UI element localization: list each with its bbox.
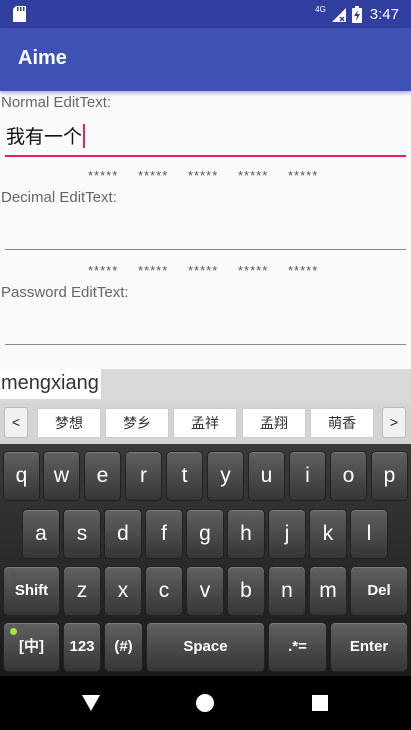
key-t[interactable]: t <box>166 451 203 501</box>
ime-composing-text: mengxiang <box>0 369 101 399</box>
stars-text: ***** <box>188 168 219 183</box>
soft-keyboard: q w e r t y u i o p a s d f g h j k l Sh… <box>0 444 411 676</box>
key-l[interactable]: l <box>350 509 388 559</box>
key-r[interactable]: r <box>125 451 162 501</box>
ime-candidate-bar: < 梦想 梦乡 孟祥 孟翔 萌香 > <box>0 403 411 444</box>
recents-icon[interactable] <box>310 693 330 713</box>
normal-edittext-value: 我有一个 <box>6 122 86 150</box>
key-y[interactable]: y <box>207 451 244 501</box>
chinese-mode-key[interactable]: [中] <box>3 622 60 672</box>
normal-edittext-underline <box>5 155 406 157</box>
sd-card-icon <box>13 6 26 22</box>
stars-text: ***** <box>288 263 319 278</box>
key-a[interactable]: a <box>22 509 60 559</box>
key-z[interactable]: z <box>63 566 101 616</box>
stars-row-1: ***** ***** ***** ***** ***** <box>88 168 338 183</box>
text-cursor <box>83 123 86 148</box>
candidate-item[interactable]: 梦想 <box>37 408 101 438</box>
stars-row-2: ***** ***** ***** ***** ***** <box>88 263 338 278</box>
candidate-item[interactable]: 孟翔 <box>242 408 306 438</box>
key-h[interactable]: h <box>227 509 265 559</box>
key-x[interactable]: x <box>104 566 142 616</box>
status-bar: 4G 3:47 <box>0 0 411 28</box>
key-g[interactable]: g <box>186 509 224 559</box>
stars-text: ***** <box>238 263 269 278</box>
home-icon[interactable] <box>195 693 215 713</box>
battery-charging-icon <box>351 5 362 23</box>
shift-indicator-dot <box>10 572 17 579</box>
stars-text: ***** <box>238 168 269 183</box>
punctuation-key[interactable]: .*= <box>268 622 327 672</box>
key-s[interactable]: s <box>63 509 101 559</box>
password-edittext-label: Password EditText: <box>1 284 129 301</box>
key-n[interactable]: n <box>268 566 306 616</box>
enter-key[interactable]: Enter <box>330 622 408 672</box>
key-d[interactable]: d <box>104 509 142 559</box>
key-e[interactable]: e <box>84 451 121 501</box>
stars-text: ***** <box>138 263 169 278</box>
decimal-edittext-underline <box>5 249 406 250</box>
key-f[interactable]: f <box>145 509 183 559</box>
key-v[interactable]: v <box>186 566 224 616</box>
normal-edittext-label: Normal EditText: <box>1 94 112 111</box>
key-b[interactable]: b <box>227 566 265 616</box>
key-k[interactable]: k <box>309 509 347 559</box>
key-u[interactable]: u <box>248 451 285 501</box>
stars-text: ***** <box>88 263 119 278</box>
stars-text: ***** <box>88 168 119 183</box>
key-w[interactable]: w <box>43 451 80 501</box>
key-i[interactable]: i <box>289 451 326 501</box>
key-o[interactable]: o <box>330 451 367 501</box>
key-j[interactable]: j <box>268 509 306 559</box>
decimal-edittext-label: Decimal EditText: <box>1 189 117 206</box>
shift-key[interactable]: Shift <box>3 566 60 616</box>
symbol-key[interactable]: (#) <box>104 622 143 672</box>
stars-text: ***** <box>138 168 169 183</box>
candidate-item[interactable]: 梦乡 <box>105 408 169 438</box>
candidate-next-button[interactable]: > <box>382 407 406 438</box>
key-p[interactable]: p <box>371 451 408 501</box>
mode-indicator-dot <box>10 628 17 635</box>
numeric-key[interactable]: 123 <box>63 622 101 672</box>
candidate-item[interactable]: 萌香 <box>310 408 374 438</box>
network-type-label: 4G <box>315 5 326 14</box>
normal-edittext[interactable]: 我有一个 <box>5 118 406 157</box>
space-key[interactable]: Space <box>146 622 265 672</box>
password-edittext[interactable] <box>5 308 406 345</box>
stars-text: ***** <box>188 263 219 278</box>
app-title: Aime <box>18 47 67 69</box>
signal-icon <box>331 8 346 22</box>
back-icon[interactable] <box>81 693 101 713</box>
stars-text: ***** <box>288 168 319 183</box>
key-m[interactable]: m <box>309 566 347 616</box>
decimal-edittext[interactable] <box>5 213 406 250</box>
candidate-prev-button[interactable]: < <box>4 407 28 438</box>
ime-composing-bar: mengxiang <box>0 369 411 403</box>
password-edittext-underline <box>5 344 406 345</box>
clock: 3:47 <box>369 5 399 23</box>
candidate-item[interactable]: 孟祥 <box>173 408 237 438</box>
delete-key[interactable]: Del <box>350 566 408 616</box>
key-q[interactable]: q <box>3 451 40 501</box>
app-bar: Aime <box>0 28 411 91</box>
key-c[interactable]: c <box>145 566 183 616</box>
navigation-bar <box>0 676 411 730</box>
